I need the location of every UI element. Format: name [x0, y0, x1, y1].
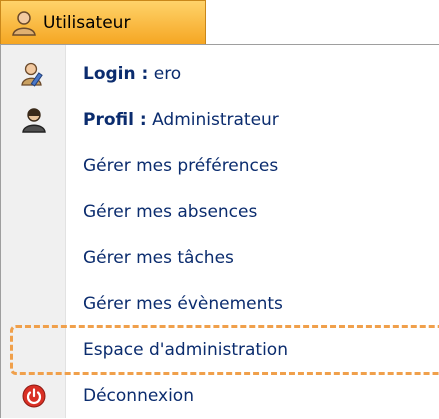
menu-item-preferences[interactable]: Gérer mes préférences [1, 143, 439, 189]
profil-value: Administrateur [152, 110, 279, 130]
menu-item-evenements[interactable]: Gérer mes évènements [1, 281, 439, 327]
menu-item-label: Gérer mes préférences [83, 156, 279, 176]
menu-item-label: Déconnexion [83, 386, 194, 406]
user-menu: Login : ero Profil : Administrateur Gére… [0, 44, 439, 418]
menu-item-label: Gérer mes absences [83, 202, 258, 222]
tab-label: Utilisateur [43, 12, 131, 33]
menu-item-profil[interactable]: Profil : Administrateur [1, 97, 439, 143]
menu-item-administration[interactable]: Espace d'administration [1, 327, 439, 373]
user-profile-icon [21, 107, 47, 133]
login-value: ero [153, 64, 182, 84]
login-key: Login : [83, 64, 149, 84]
profil-key: Profil : [83, 110, 147, 130]
menu-item-label: Espace d'administration [83, 340, 288, 360]
user-edit-icon [21, 61, 47, 87]
menu-item-login[interactable]: Login : ero [1, 51, 439, 97]
menu-item-label: Gérer mes tâches [83, 248, 234, 268]
menu-item-absences[interactable]: Gérer mes absences [1, 189, 439, 235]
menu-item-taches[interactable]: Gérer mes tâches [1, 235, 439, 281]
menu-item-label: Gérer mes évènements [83, 294, 283, 314]
user-icon [9, 9, 39, 37]
utilisateur-tab[interactable]: Utilisateur [0, 0, 206, 44]
login-text: Login : ero [83, 64, 181, 84]
power-icon [21, 383, 47, 409]
menu-item-deconnexion[interactable]: Déconnexion [1, 373, 439, 419]
profil-text: Profil : Administrateur [83, 110, 279, 130]
